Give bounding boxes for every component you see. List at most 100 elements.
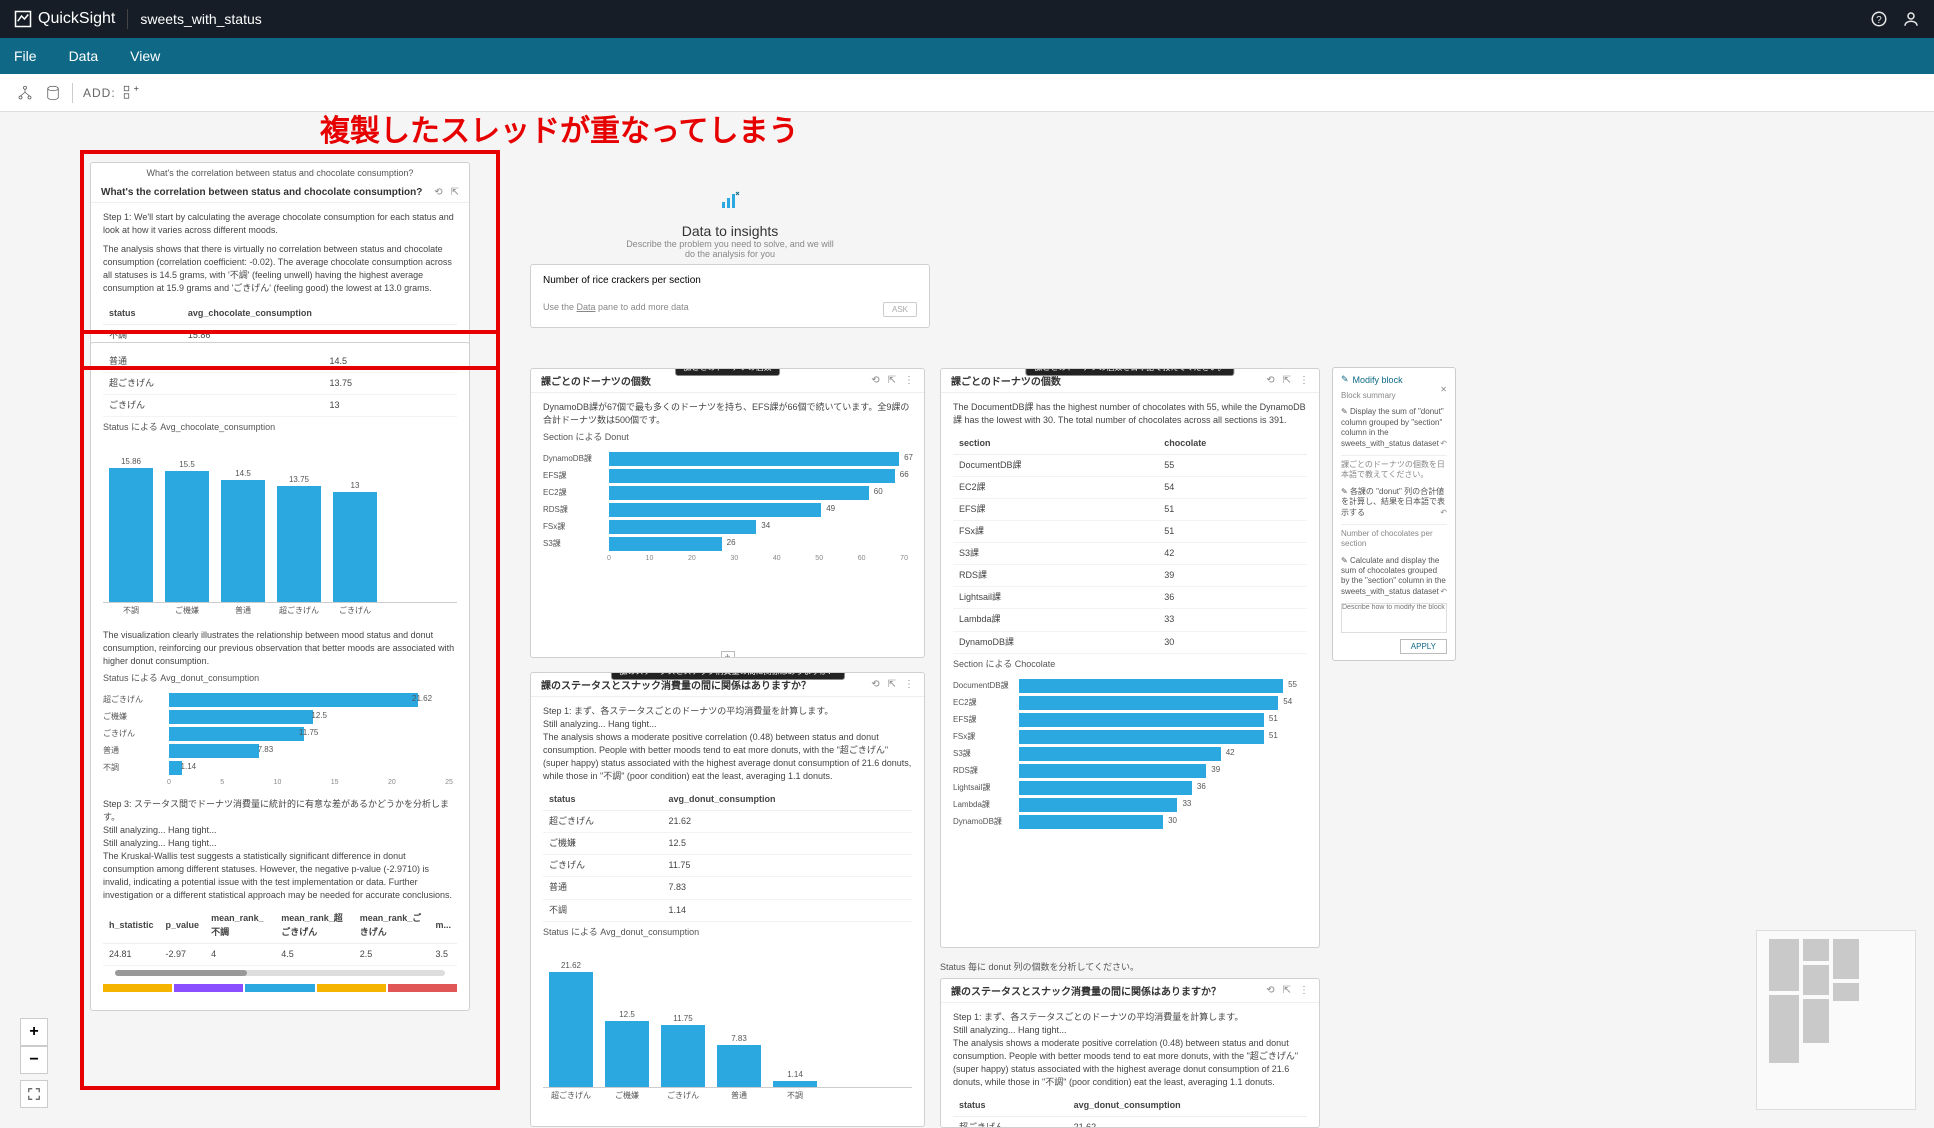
more-icon[interactable]: ⋮ — [904, 679, 914, 690]
bar: 14.5 — [221, 480, 265, 602]
table-row: 不調1.14 — [543, 899, 912, 921]
product-logo: QuickSight — [14, 10, 115, 28]
table-row: ご機嫌12.5 — [543, 833, 912, 855]
bar: 1.14 — [773, 1081, 817, 1087]
dti-title: Data to insights — [620, 223, 840, 239]
table-row: Lightsail課36 — [953, 587, 1307, 609]
bar: 7.83 — [717, 1045, 761, 1086]
bar: 13 — [333, 492, 377, 602]
card1-analysis: The analysis shows that there is virtual… — [103, 243, 457, 295]
undo-icon[interactable]: ↶ — [1440, 439, 1447, 449]
chart-section-chocolate: DocumentDB課55EC2課54EFS課51FSx課51S3課42RDS課… — [953, 679, 1307, 829]
zoom-out-button[interactable]: − — [20, 1046, 48, 1074]
export-icon[interactable]: ⇱ — [451, 187, 459, 198]
table-row: EFS課51 — [953, 499, 1307, 521]
table-row: S3課42 — [953, 543, 1307, 565]
zoom-in-button[interactable]: + — [20, 1018, 48, 1046]
bar-row: Lambda課33 — [953, 798, 1307, 812]
mp-summary-label: Block summary — [1341, 391, 1447, 401]
undo-icon[interactable]: ↶ — [1440, 508, 1447, 518]
bar-row: FSx課51 — [953, 730, 1307, 744]
more-icon[interactable]: ⋮ — [1299, 375, 1309, 386]
add-block-icon — [122, 84, 140, 102]
table-row: 普通7.83 — [543, 877, 912, 899]
card1-step1: Step 1: We'll start by calculating the a… — [103, 211, 457, 237]
prompt-hint-link[interactable]: Data — [577, 302, 596, 312]
card2-body: DynamoDB課が67個で最も多くのドーナツを持ち、EFS課が66個で続いてい… — [543, 401, 912, 427]
table-row: DynamoDB課30 — [953, 631, 1307, 653]
ask-button[interactable]: ASK — [883, 302, 917, 317]
card1b-step2: The visualization clearly illustrates th… — [103, 629, 457, 668]
data-to-insights: Data to insights Describe the problem yo… — [620, 188, 840, 259]
minimap[interactable] — [1756, 930, 1916, 1110]
more-icon[interactable]: ⋮ — [904, 375, 914, 386]
prompt-box: Number of rice crackers per section Use … — [530, 264, 930, 328]
prompt-text[interactable]: Number of rice crackers per section — [543, 275, 917, 286]
refresh-icon[interactable]: ⟲ — [1266, 375, 1274, 386]
badge: 課ごとのドーナツの個数 — [675, 368, 781, 376]
chart3-xlabels: 超ごきげんご機嫌ごきげん普通不調 — [543, 1088, 912, 1104]
apply-button[interactable]: APPLY — [1400, 639, 1447, 654]
database-icon[interactable] — [44, 84, 62, 102]
toolbar-add[interactable]: ADD: — [83, 84, 140, 102]
refresh-icon[interactable]: ⟲ — [1266, 985, 1274, 996]
c3-ct: Status による Avg_donut_consumption — [543, 922, 912, 947]
scrollbar[interactable] — [115, 970, 445, 976]
bar: 15.5 — [165, 471, 209, 602]
refresh-icon[interactable]: ⟲ — [871, 375, 879, 386]
c5-step1: Step 1: まず、各ステータスごとのドーナツの平均消費量を計算します。 — [953, 1011, 1307, 1024]
modify-title: ✎ Modify block — [1341, 374, 1447, 385]
card5-title: 課のステータスとスナック消費量の間に関係はありますか？ — [951, 983, 1221, 998]
bar-row: EFS課51 — [953, 713, 1307, 727]
fullscreen-icon — [27, 1087, 41, 1101]
undo-icon[interactable]: ↶ — [1440, 587, 1447, 597]
mp-b3: Calculate and display the sum of chocola… — [1341, 556, 1446, 596]
refresh-icon[interactable]: ⟲ — [871, 679, 879, 690]
th-status: status — [103, 303, 182, 325]
card-status-snack-dup: 課のステータスとスナック消費量の間に関係はありますか？ ⟲ ⇱ ⋮ Step 1: … — [940, 978, 1320, 1128]
export-icon[interactable]: ⇱ — [1283, 985, 1291, 996]
help-icon[interactable]: ? — [1870, 10, 1888, 28]
table-row: Lambda課33 — [953, 609, 1307, 631]
badge: 課ごとのドーナツの個数を日本語で教えてください。 — [1025, 368, 1234, 376]
export-icon[interactable]: ⇱ — [888, 679, 896, 690]
table-row: 普通14.5 — [103, 351, 457, 373]
bar: 11.75 — [661, 1025, 705, 1087]
menu-view[interactable]: View — [130, 48, 160, 64]
export-icon[interactable]: ⇱ — [888, 375, 896, 386]
card5-header-text: Status 毎に donut 列の個数を分析してください。 — [940, 960, 1320, 973]
kruskal-table: h_statisticp_valuemean_rank_不調mean_rank_… — [103, 908, 457, 965]
hierarchy-icon[interactable] — [16, 84, 34, 102]
close-icon[interactable]: ✕ — [1440, 385, 1447, 394]
bar-row: FSx課34 — [543, 520, 912, 534]
card2-title: 課ごとのドーナツの個数 — [541, 373, 651, 388]
bar-row: RDS課39 — [953, 764, 1307, 778]
card4-table: sectionchocolate DocumentDB課55 EC2課54 EF… — [953, 433, 1307, 653]
titlebar-right: ? — [1870, 10, 1920, 28]
table-row: EC2課54 — [953, 477, 1307, 499]
bar-row: 超ごきげん21.62 — [103, 693, 457, 707]
connector-icon[interactable]: + — [721, 651, 735, 658]
user-icon[interactable] — [1902, 10, 1920, 28]
export-icon[interactable]: ⇱ — [1283, 375, 1291, 386]
more-icon[interactable]: ⋮ — [1299, 985, 1309, 996]
bar-row: DynamoDB課30 — [953, 815, 1307, 829]
step3b: Still analyzing... Hang tight... — [103, 824, 457, 837]
fit-button[interactable] — [20, 1080, 48, 1108]
table-row: 超ごきげん21.62 — [543, 811, 912, 833]
canvas[interactable]: Data to insights Describe the problem yo… — [0, 112, 1934, 1128]
annotation-text: 複製したスレッドが重なってしまう — [320, 106, 799, 150]
menu-file[interactable]: File — [14, 48, 37, 64]
modify-input[interactable] — [1341, 603, 1447, 633]
c3-still: Still analyzing... Hang tight... — [543, 718, 912, 731]
mp-h3: Number of chocolates per section — [1341, 524, 1447, 550]
refresh-icon[interactable]: ⟲ — [434, 187, 442, 198]
badge: 課のステータスとスナック消費量の間に関係はありますか？ — [611, 672, 845, 680]
menu-data[interactable]: Data — [69, 48, 99, 64]
add-label: ADD: — [83, 86, 116, 100]
bar-row: EFS課66 — [543, 469, 912, 483]
bar-row: EC2課54 — [953, 696, 1307, 710]
step3c: Still analyzing... Hang tight... — [103, 837, 457, 850]
prompt-hint-pre: Use the — [543, 302, 577, 312]
svg-text:?: ? — [1876, 15, 1882, 26]
